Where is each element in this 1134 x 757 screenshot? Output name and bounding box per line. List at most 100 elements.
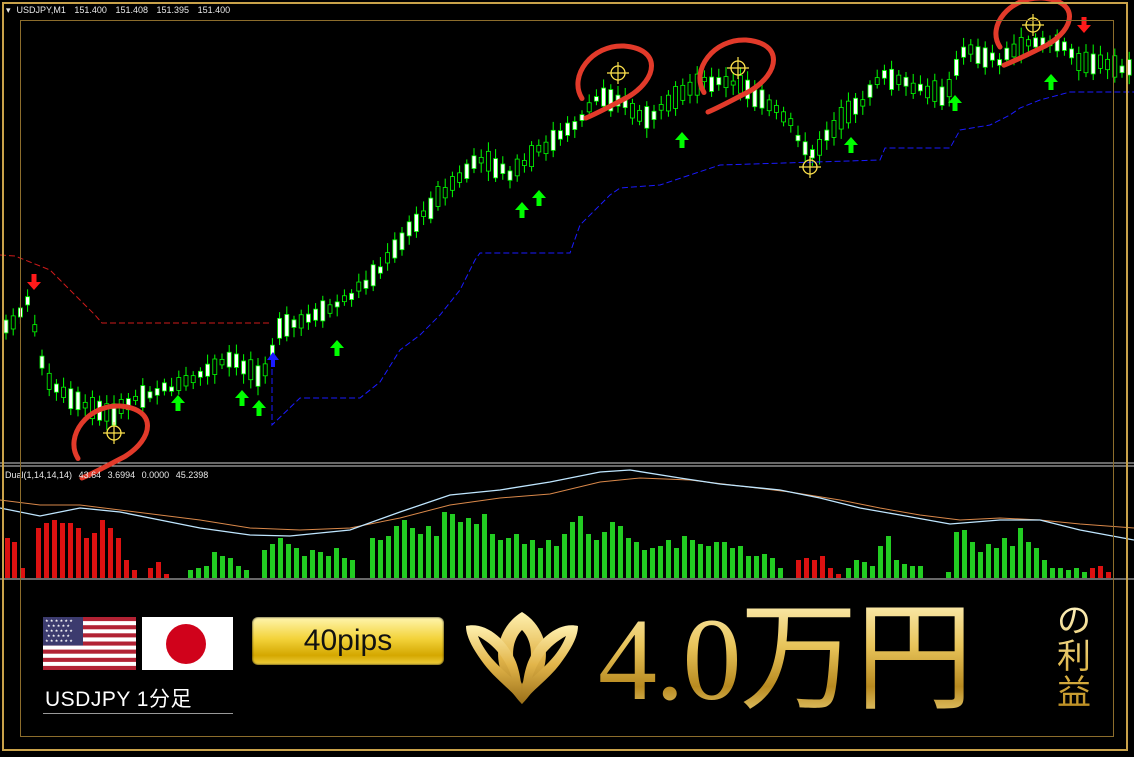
- candle-body: [493, 158, 499, 179]
- buy-arrow-icon: [330, 340, 344, 356]
- candle-body: [781, 111, 786, 123]
- candle-body: [471, 155, 477, 169]
- candle-body: [507, 170, 513, 181]
- candle-body: [1076, 53, 1082, 71]
- candle-body: [680, 84, 686, 101]
- candle-body: [169, 386, 175, 392]
- candle-body: [529, 145, 534, 168]
- candle-body: [406, 221, 412, 237]
- histogram-bar: [836, 574, 841, 578]
- candle-body: [925, 85, 930, 99]
- histogram-bar: [762, 554, 767, 578]
- histogram-bar: [164, 574, 169, 578]
- candle-body: [817, 139, 822, 156]
- candle-body: [349, 292, 355, 300]
- histogram-bar: [318, 552, 323, 578]
- candle-body: [1090, 53, 1096, 75]
- candle-body: [147, 391, 153, 399]
- histogram-bar: [108, 528, 113, 578]
- candle-body: [666, 94, 671, 112]
- candle-body: [918, 83, 923, 92]
- signal-arrow-icon: [267, 352, 279, 367]
- candle-body: [464, 163, 470, 179]
- histogram-bar: [962, 530, 967, 578]
- histogram-bar: [116, 538, 121, 578]
- candle-body: [961, 46, 966, 58]
- candle-body: [860, 99, 866, 107]
- candle-body: [716, 77, 722, 86]
- chart-high: 151.408: [115, 5, 149, 15]
- price-chart[interactable]: [0, 0, 1134, 582]
- chart-symbol-header: ▾ USDJPY,M1 151.400 151.408 151.395 151.4…: [6, 5, 236, 16]
- candle-body: [687, 81, 693, 96]
- candle-body: [558, 130, 563, 140]
- candle-body: [449, 176, 455, 191]
- indicator-value-4: 45.2398: [175, 470, 209, 480]
- histogram-bar: [530, 540, 535, 578]
- histogram-bar: [770, 558, 775, 578]
- histogram-bar: [586, 534, 591, 578]
- histogram-bar: [156, 562, 161, 578]
- highlight-circle: [71, 403, 150, 481]
- candle-body: [572, 121, 578, 130]
- candle-body: [730, 80, 736, 86]
- candle-body: [1069, 48, 1074, 59]
- candle-body: [334, 301, 340, 308]
- histogram-bar: [342, 558, 347, 578]
- candle-body: [932, 80, 938, 102]
- candle-body: [1033, 37, 1038, 48]
- candle-body: [795, 134, 801, 142]
- histogram-bar: [658, 546, 663, 578]
- candle-body: [392, 239, 398, 259]
- histogram-bar: [474, 524, 479, 578]
- candle-body: [75, 391, 81, 411]
- candle-body: [651, 110, 657, 120]
- candle-body: [702, 76, 707, 83]
- histogram-bar: [730, 548, 735, 578]
- candle-body: [1011, 43, 1017, 58]
- buy-arrow-icon: [844, 137, 858, 153]
- histogram-bar: [326, 556, 331, 578]
- candle-body: [658, 104, 664, 111]
- candle-body: [766, 99, 772, 112]
- histogram-bar: [570, 522, 575, 578]
- candle-body: [824, 129, 830, 141]
- histogram-bar: [650, 548, 655, 578]
- candle-body: [910, 82, 916, 95]
- chart-symbol: USDJPY,M1: [16, 5, 66, 15]
- histogram-bar: [278, 538, 283, 578]
- histogram-bar: [44, 523, 49, 578]
- candle-body: [1004, 47, 1010, 61]
- histogram-bar: [1042, 560, 1047, 578]
- histogram-bar: [148, 568, 153, 578]
- pair-timeframe-label: USDJPY 1分足: [45, 688, 192, 711]
- candle-body: [1026, 39, 1031, 47]
- candle-body: [442, 187, 448, 199]
- candle-body: [428, 197, 434, 220]
- us-flag-icon: ★ ★ ★ ★ ★ ★ ★ ★ ★ ★ ★ ★ ★ ★ ★ ★ ★ ★ ★ ★ …: [43, 617, 136, 670]
- candle-body: [788, 118, 794, 126]
- histogram-bar: [618, 526, 623, 578]
- candle-body: [867, 84, 873, 98]
- candle-body: [377, 266, 383, 274]
- chart-close: 151.400: [197, 5, 231, 15]
- candle-body: [874, 77, 880, 85]
- chart-menu-icon[interactable]: ▾: [6, 5, 11, 15]
- candle-body: [154, 388, 160, 396]
- histogram-bar: [746, 556, 751, 578]
- candle-body: [17, 307, 23, 318]
- histogram-bar: [204, 566, 209, 578]
- histogram-bar: [466, 518, 471, 578]
- profit-suffix-eki: 益: [1057, 675, 1091, 712]
- histogram-bar: [188, 570, 193, 578]
- buy-arrow-icon: [252, 400, 266, 416]
- candle-body: [543, 141, 549, 155]
- candle-body: [738, 75, 743, 94]
- histogram-bar: [796, 560, 801, 578]
- candle-body: [10, 315, 16, 330]
- histogram-bar: [994, 548, 999, 578]
- candle-body: [255, 365, 261, 387]
- candle-body: [32, 324, 38, 333]
- candle-body: [399, 232, 405, 251]
- candle-body: [284, 314, 290, 337]
